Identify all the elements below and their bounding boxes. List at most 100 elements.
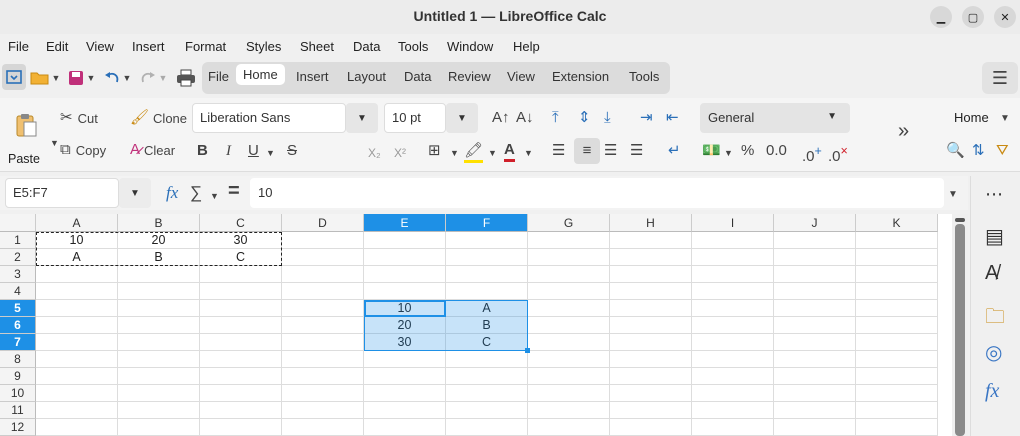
paste-button[interactable]: ▼ Paste	[8, 108, 59, 168]
cell-a3[interactable]	[36, 266, 118, 283]
align-top-icon[interactable]: ⤒	[552, 109, 559, 127]
cell-i8[interactable]	[692, 351, 774, 368]
vertical-scrollbar[interactable]	[952, 214, 968, 436]
cell-f4[interactable]	[446, 283, 528, 300]
add-decimal-icon[interactable]: .0+	[802, 142, 822, 166]
menu-help[interactable]: Help	[513, 39, 540, 54]
cell-j4[interactable]	[774, 283, 856, 300]
align-bottom-icon[interactable]: ⤓	[604, 109, 611, 127]
cell-k2[interactable]	[856, 249, 938, 266]
row-header-9[interactable]: 9	[0, 368, 36, 385]
cell-g3[interactable]	[528, 266, 610, 283]
cell-h3[interactable]	[610, 266, 692, 283]
underline-dropdown-icon[interactable]: ▼	[266, 144, 275, 162]
cell-g10[interactable]	[528, 385, 610, 402]
font-size-dropdown[interactable]: ▼	[446, 103, 478, 133]
cell-e12[interactable]	[364, 419, 446, 436]
formula-input[interactable]: 10	[250, 178, 944, 208]
gallery-icon[interactable]: 🗀	[985, 302, 1005, 336]
save-button[interactable]: ▼	[64, 66, 98, 90]
cell-c12[interactable]	[200, 419, 282, 436]
cell-k3[interactable]	[856, 266, 938, 283]
cell-e11[interactable]	[364, 402, 446, 419]
column-header-g[interactable]: G	[528, 214, 610, 232]
cell-i10[interactable]	[692, 385, 774, 402]
tab-layout[interactable]: Layout	[347, 69, 386, 84]
cell-i9[interactable]	[692, 368, 774, 385]
cell-g9[interactable]	[528, 368, 610, 385]
cell-g5[interactable]	[528, 300, 610, 317]
cell-j7[interactable]	[774, 334, 856, 351]
maximize-button[interactable]: ▢	[962, 6, 984, 28]
cell-e10[interactable]	[364, 385, 446, 402]
menu-format[interactable]: Format	[185, 39, 226, 54]
delete-decimal-icon[interactable]: .0×	[828, 142, 848, 166]
font-name-dropdown[interactable]: ▼	[346, 103, 378, 133]
row-header-1[interactable]: 1	[0, 232, 36, 249]
number-button[interactable]: 0.0	[766, 142, 787, 160]
cell-b4[interactable]	[118, 283, 200, 300]
cell-f9[interactable]	[446, 368, 528, 385]
superscript-button[interactable]: X²	[394, 144, 406, 162]
row-header-10[interactable]: 10	[0, 385, 36, 402]
cell-k4[interactable]	[856, 283, 938, 300]
cell-c11[interactable]	[200, 402, 282, 419]
cell-i3[interactable]	[692, 266, 774, 283]
cell-f12[interactable]	[446, 419, 528, 436]
menu-edit[interactable]: Edit	[46, 39, 68, 54]
cell-a9[interactable]	[36, 368, 118, 385]
cell-c9[interactable]	[200, 368, 282, 385]
column-header-b[interactable]: B	[118, 214, 200, 232]
cell-b6[interactable]	[118, 317, 200, 334]
cell-b12[interactable]	[118, 419, 200, 436]
deck-dropdown-icon[interactable]: ▼	[1000, 110, 1010, 128]
cell-k9[interactable]	[856, 368, 938, 385]
cell-c8[interactable]	[200, 351, 282, 368]
menu-insert[interactable]: Insert	[132, 39, 165, 54]
cell-d11[interactable]	[282, 402, 364, 419]
row-header-8[interactable]: 8	[0, 351, 36, 368]
row-header-3[interactable]: 3	[0, 266, 36, 283]
expand-formula-icon[interactable]: ▼	[948, 186, 958, 204]
decrease-indent-icon[interactable]: ⇤	[666, 109, 679, 127]
cell-j2[interactable]	[774, 249, 856, 266]
tab-file[interactable]: File	[208, 69, 229, 84]
cell-d1[interactable]	[282, 232, 364, 249]
cell-c4[interactable]	[200, 283, 282, 300]
cell-f8[interactable]	[446, 351, 528, 368]
cell-i4[interactable]	[692, 283, 774, 300]
cell-h4[interactable]	[610, 283, 692, 300]
cell-e8[interactable]	[364, 351, 446, 368]
cell-a11[interactable]	[36, 402, 118, 419]
cell-g1[interactable]	[528, 232, 610, 249]
tab-extension[interactable]: Extension	[552, 69, 609, 84]
tab-view[interactable]: View	[507, 69, 535, 84]
cell-i11[interactable]	[692, 402, 774, 419]
row-header-7[interactable]: 7	[0, 334, 36, 351]
cell-k12[interactable]	[856, 419, 938, 436]
column-header-c[interactable]: C	[200, 214, 282, 232]
undo-button[interactable]: ▼	[100, 66, 134, 90]
subscript-button[interactable]: X₂	[368, 144, 381, 162]
cell-i5[interactable]	[692, 300, 774, 317]
font-size-input[interactable]: 10 pt	[384, 103, 446, 133]
row-header-2[interactable]: 2	[0, 249, 36, 266]
cell-k11[interactable]	[856, 402, 938, 419]
row-header-4[interactable]: 4	[0, 283, 36, 300]
grow-font-icon[interactable]: A↑	[492, 109, 510, 127]
underline-button[interactable]: U	[248, 142, 259, 160]
cell-b9[interactable]	[118, 368, 200, 385]
cell-j1[interactable]	[774, 232, 856, 249]
align-center-icon[interactable]: ≡	[574, 138, 600, 164]
cell-h11[interactable]	[610, 402, 692, 419]
tab-tools[interactable]: Tools	[629, 69, 659, 84]
column-header-a[interactable]: A	[36, 214, 118, 232]
cell-h12[interactable]	[610, 419, 692, 436]
cell-d9[interactable]	[282, 368, 364, 385]
cell-c7[interactable]	[200, 334, 282, 351]
cell-k8[interactable]	[856, 351, 938, 368]
cell-f1[interactable]	[446, 232, 528, 249]
clone-button[interactable]: 🖌 Clone	[130, 108, 190, 128]
cell-j6[interactable]	[774, 317, 856, 334]
sidebar-deck-label[interactable]: Home	[954, 110, 989, 125]
